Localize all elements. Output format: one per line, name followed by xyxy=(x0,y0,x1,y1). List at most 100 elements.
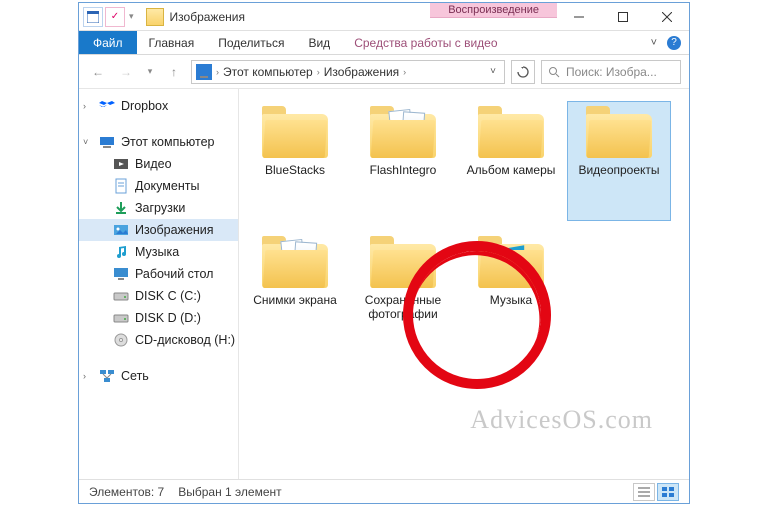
back-button[interactable]: ← xyxy=(87,61,109,83)
nav-item[interactable]: Музыка xyxy=(79,241,238,263)
breadcrumb-pc[interactable]: Этот компьютер xyxy=(223,65,313,79)
status-selection: Выбран 1 элемент xyxy=(178,485,281,499)
ribbon-right: ˅ ? xyxy=(643,31,689,54)
maximize-icon xyxy=(618,12,628,22)
ribbon-tabs: Файл Главная Поделиться Вид Средства раб… xyxy=(79,31,689,55)
nav-item[interactable]: ›Dropbox xyxy=(79,95,238,117)
folder-item[interactable]: Музыка xyxy=(459,231,563,351)
nav-item[interactable]: Изображения xyxy=(79,219,238,241)
desktop-icon xyxy=(113,266,129,282)
close-button[interactable] xyxy=(645,3,689,30)
contextual-tab-header: Воспроизведение xyxy=(430,3,557,30)
chevron-icon[interactable]: › xyxy=(83,371,86,381)
folder-label: Альбом камеры xyxy=(467,164,556,178)
folder-grid: BlueStacks FlashIntegro Альбом камеры Ви… xyxy=(243,101,685,351)
nav-item[interactable]: Документы xyxy=(79,175,238,197)
tab-share[interactable]: Поделиться xyxy=(206,31,296,54)
ribbon-collapse-icon[interactable]: ˅ xyxy=(651,37,657,49)
search-icon xyxy=(548,66,560,78)
nav-item[interactable]: Видео xyxy=(79,153,238,175)
nav-item[interactable]: Загрузки xyxy=(79,197,238,219)
navigation-pane: ›Dropbox ˅ Этот компьютер Видео Документы Заг… xyxy=(79,89,239,479)
folder-item[interactable]: Сохраненные фотографии xyxy=(351,231,455,351)
tab-video-tools[interactable]: Средства работы с видео xyxy=(342,31,509,54)
nav-item-label: DISK C (C:) xyxy=(135,289,201,303)
minimize-icon xyxy=(574,12,584,22)
nav-item[interactable]: CD-дисковод (H:) xyxy=(79,329,238,351)
folder-label: FlashIntegro xyxy=(370,164,437,178)
tab-view[interactable]: Вид xyxy=(296,31,342,54)
nav-item-label: Документы xyxy=(135,179,199,193)
qat-checkbox-button[interactable]: ✓ xyxy=(105,7,125,27)
nav-item[interactable]: › Сеть xyxy=(79,365,238,387)
quick-access-toolbar: ✓ ▾ xyxy=(79,3,140,30)
folder-item[interactable]: FlashIntegro xyxy=(351,101,455,221)
folder-item[interactable]: BlueStacks xyxy=(243,101,347,221)
dropbox-icon xyxy=(99,98,115,114)
help-icon[interactable]: ? xyxy=(667,36,681,50)
tab-home[interactable]: Главная xyxy=(137,31,207,54)
list-icon xyxy=(638,487,650,497)
folder-label: Сохраненные фотографии xyxy=(356,294,450,322)
folder-title-icon xyxy=(146,8,164,26)
explorer-body: ›Dropbox ˅ Этот компьютер Видео Документы Заг… xyxy=(79,89,689,479)
chevron-icon[interactable]: › xyxy=(83,101,86,111)
nav-item-label: Этот компьютер xyxy=(121,135,214,149)
video-icon xyxy=(113,156,129,172)
status-bar: Элементов: 7 Выбран 1 элемент xyxy=(79,479,689,503)
window-title: Изображения xyxy=(170,10,245,24)
view-switcher xyxy=(633,483,679,501)
docs-icon xyxy=(113,178,129,194)
nav-item-label: Музыка xyxy=(135,245,179,259)
chevron-icon[interactable]: ˅ xyxy=(83,137,88,147)
status-item-count: Элементов: 7 xyxy=(89,485,164,499)
pc-icon xyxy=(99,134,115,150)
content-pane[interactable]: BlueStacks FlashIntegro Альбом камеры Ви… xyxy=(239,89,689,479)
folder-icon xyxy=(586,106,652,158)
address-bar[interactable]: › Этот компьютер › Изображения › ˅ xyxy=(191,60,505,84)
folder-item[interactable]: Видеопроекты xyxy=(567,101,671,221)
qat-dropdown-icon[interactable]: ▾ xyxy=(127,11,136,22)
recent-locations-button[interactable]: ▾ xyxy=(143,61,157,83)
folder-icon xyxy=(262,236,328,288)
nav-item-label: Рабочий стол xyxy=(135,267,213,281)
address-history-icon[interactable]: ˅ xyxy=(486,66,500,77)
folder-item[interactable]: Альбом камеры xyxy=(459,101,563,221)
up-button[interactable]: ↑ xyxy=(163,61,185,83)
nav-item[interactable]: DISK C (C:) xyxy=(79,285,238,307)
nav-item[interactable]: ˅ Этот компьютер xyxy=(79,131,238,153)
view-large-icons-button[interactable] xyxy=(657,483,679,501)
minimize-button[interactable] xyxy=(557,3,601,30)
folder-icon xyxy=(478,106,544,158)
explorer-window: ✓ ▾ Изображения Воспроизведение Файл Гла… xyxy=(78,2,690,504)
search-placeholder: Поиск: Изобра... xyxy=(566,65,657,79)
drive-icon xyxy=(113,310,129,326)
titlebar: ✓ ▾ Изображения Воспроизведение xyxy=(79,3,689,31)
breadcrumb-pictures[interactable]: Изображения xyxy=(324,65,399,79)
nav-item-label: Сеть xyxy=(121,369,149,383)
nav-item-label: Загрузки xyxy=(135,201,185,215)
chevron-right-icon[interactable]: › xyxy=(403,67,406,77)
pictures-icon xyxy=(113,222,129,238)
close-icon xyxy=(662,12,672,22)
folder-item[interactable]: Снимки экрана xyxy=(243,231,347,351)
qat-properties-button[interactable] xyxy=(83,7,103,27)
forward-button[interactable]: → xyxy=(115,61,137,83)
folder-label: BlueStacks xyxy=(265,164,325,178)
view-details-button[interactable] xyxy=(633,483,655,501)
maximize-button[interactable] xyxy=(601,3,645,30)
folder-icon xyxy=(478,236,544,288)
window-icon xyxy=(87,11,99,23)
contextual-tab-header-label: Воспроизведение xyxy=(430,3,557,18)
folder-label: Музыка xyxy=(490,294,532,308)
chevron-right-icon[interactable]: › xyxy=(317,67,320,77)
refresh-icon xyxy=(517,66,529,78)
search-input[interactable]: Поиск: Изобра... xyxy=(541,60,681,84)
file-tab[interactable]: Файл xyxy=(79,31,137,54)
folder-icon xyxy=(370,106,436,158)
nav-item[interactable]: DISK D (D:) xyxy=(79,307,238,329)
chevron-right-icon[interactable]: › xyxy=(216,67,219,77)
folder-label: Видеопроекты xyxy=(578,164,659,178)
nav-item[interactable]: Рабочий стол xyxy=(79,263,238,285)
refresh-button[interactable] xyxy=(511,60,535,84)
